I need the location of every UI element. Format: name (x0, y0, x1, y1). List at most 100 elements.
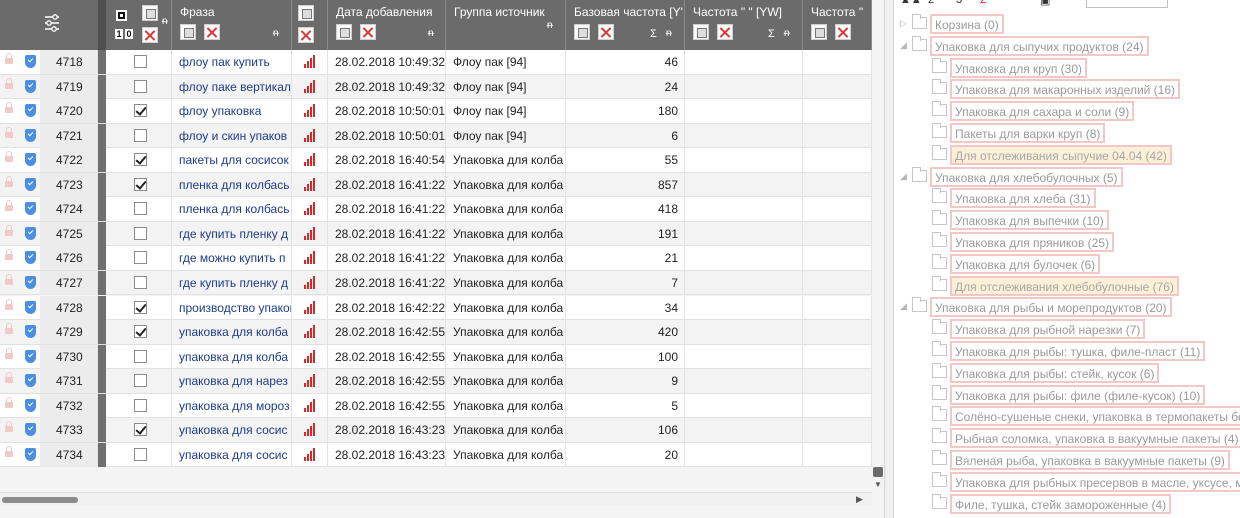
panel-splitter[interactable] (884, 0, 894, 518)
horizontal-scrollbar[interactable]: ▶ (0, 492, 872, 506)
tree-node-label[interactable]: Упаковка для рыбной нарезки (7) (950, 319, 1146, 340)
tree-node-label[interactable]: Упаковка для сыпучих продуктов (24) (930, 35, 1149, 56)
lock-icon[interactable] (5, 298, 13, 312)
row-checkbox[interactable] (134, 374, 147, 388)
frequency-chart-icon[interactable] (304, 177, 317, 191)
lock-icon[interactable] (5, 249, 13, 262)
tree-subgroup-node[interactable]: Упаковка для рыбных пресервов в масле, у… (894, 471, 1240, 492)
tree-node-label[interactable]: Упаковка для круп (30) (950, 57, 1088, 78)
row-lock-cell[interactable] (0, 369, 20, 393)
phrase-clear-filter-icon[interactable] (204, 24, 220, 40)
row-lock-cell[interactable] (0, 394, 20, 418)
frequency-chart-icon[interactable] (304, 325, 317, 339)
freq-yw-clear-filter-icon[interactable] (717, 24, 733, 40)
lock-icon[interactable] (5, 224, 13, 238)
lock-icon[interactable] (5, 53, 13, 66)
table-row[interactable]: 4731 упаковка для нарез 28.02.2018 16:42:5… (0, 369, 872, 394)
row-checkbox[interactable] (134, 275, 147, 289)
table-row[interactable]: 4726 где можно купить п 28.02.2018 16:41:2… (0, 246, 872, 271)
row-checkbox[interactable] (134, 55, 147, 68)
row-lock-cell[interactable] (0, 345, 20, 369)
row-lock-cell[interactable] (0, 296, 20, 320)
row-lock-cell[interactable] (0, 443, 20, 467)
row-phrase[interactable]: упаковка для мороз (172, 393, 292, 418)
toolbar-arrow-icon[interactable]: ▲▲ (900, 0, 922, 6)
phrase-filter-icon[interactable] (180, 24, 196, 40)
tree-subgroup-node[interactable]: Упаковка для булочек (6) (894, 253, 1240, 274)
row-phrase[interactable]: упаковка для колба (172, 344, 292, 369)
tree-node-label[interactable]: Упаковка для рыбы: тушка, филе-пласт (11… (950, 341, 1206, 361)
tree-subgroup-node[interactable]: Филе, тушка, стейк замороженные (4) (894, 493, 1240, 514)
expand-arrow-icon[interactable]: ▷ (900, 18, 907, 29)
frequency-chart-icon[interactable] (304, 447, 317, 461)
tree-node-label[interactable]: Упаковка для хлебобулочных (5) (930, 166, 1123, 187)
date-filter-icon[interactable] (336, 24, 352, 40)
horizontal-scroll-thumb[interactable] (2, 497, 78, 503)
row-checkbox[interactable] (134, 177, 147, 191)
toolbar-view-icon[interactable]: ▣ (1040, 0, 1050, 7)
row-lock-cell[interactable] (0, 75, 20, 99)
freq-icon-filter-icon[interactable] (298, 5, 314, 21)
tree-node-label[interactable]: Упаковка для сахара и соли (9) (950, 101, 1135, 122)
freq-yw-pin-icon[interactable]: ᵰ (784, 28, 790, 39)
check-filter-icon[interactable] (142, 5, 158, 21)
table-row[interactable]: 4724 пленка для колбась 28.02.2018 16:41:2… (0, 197, 872, 222)
row-checkbox[interactable] (134, 447, 147, 461)
row-lock-cell[interactable] (0, 99, 20, 123)
row-phrase[interactable]: упаковка для нарез (172, 369, 292, 394)
tree-group-node[interactable]: ◢ Упаковка для рыбы и морепродуктов (20) (894, 297, 1240, 318)
lock-icon[interactable] (5, 347, 13, 361)
freq-more-clear-filter-icon[interactable] (835, 24, 851, 40)
lock-icon[interactable] (5, 200, 13, 213)
row-phrase[interactable]: где купить пленку д (172, 221, 292, 246)
lock-icon[interactable] (5, 175, 13, 189)
check-pin-icon[interactable]: ᵰ (162, 16, 168, 27)
row-checkbox[interactable] (134, 349, 147, 363)
frequency-chart-icon[interactable] (304, 300, 317, 314)
lock-icon[interactable] (5, 323, 13, 336)
tree-node-label[interactable]: Для отслеживания сыпучие 04.04 (42) (950, 144, 1172, 165)
row-checkbox[interactable] (134, 423, 147, 437)
column-date-header[interactable]: Дата добавления ᵰ (328, 0, 446, 50)
select-all-checkbox[interactable] (116, 10, 127, 21)
tree-subgroup-node[interactable]: Рыбная соломка, упаковка в вакуумные пак… (894, 428, 1240, 449)
tree-group-node[interactable]: ◢ Упаковка для сыпучих продуктов (24) (894, 35, 1240, 56)
row-checkbox[interactable] (134, 251, 147, 265)
frequency-chart-icon[interactable] (304, 374, 317, 388)
row-lock-cell[interactable] (0, 197, 20, 221)
row-phrase[interactable]: где купить пленку д (172, 270, 292, 295)
frequency-chart-icon[interactable] (304, 55, 317, 68)
frequency-chart-icon[interactable] (304, 251, 317, 265)
row-phrase[interactable]: пакеты для сосисок (172, 148, 292, 173)
column-freq-more-header[interactable]: Частота " (803, 0, 872, 50)
tree-group-node[interactable]: ▷ Корзина (0) (894, 14, 1240, 34)
toolbar-level-3[interactable]: 3 (956, 0, 962, 6)
table-row[interactable]: 4733 упаковка для сосис 28.02.2018 16:43:2… (0, 418, 872, 443)
date-clear-filter-icon[interactable] (360, 24, 376, 40)
tree-subgroup-node[interactable]: Вяленая рыба, упаковка в вакуумные пакет… (894, 450, 1240, 470)
check-clear-filter-icon[interactable] (142, 27, 158, 43)
expand-arrow-icon[interactable]: ◢ (900, 301, 907, 312)
base-freq-pin-icon[interactable]: ᵰ (666, 28, 672, 39)
tree-node-label[interactable]: Упаковка для рыбы: филе (филе-кусок) (10… (950, 384, 1206, 405)
tree-subgroup-node[interactable]: Упаковка для сахара и соли (9) (894, 101, 1240, 122)
toolbar-level-2b[interactable]: 2 (980, 0, 986, 6)
table-row[interactable]: 4719 флоу паке вертикал 28.02.2018 10:49:3… (0, 74, 872, 100)
tree-subgroup-node[interactable]: Упаковка для рыбы: стейк, кусок (6) (894, 362, 1240, 383)
table-row[interactable]: 4732 упаковка для мороз 28.02.2018 16:42:5… (0, 393, 872, 419)
tree-subgroup-node[interactable]: Для отслеживания хлебобулочные (76) (894, 275, 1240, 296)
column-freq-yw-header[interactable]: Частота " " [YW] Σ ᵰ (685, 0, 803, 50)
column-group-header[interactable]: Группа источник ᵰ (446, 0, 566, 50)
tree-subgroup-node[interactable]: Упаковка для рыбы: филе (филе-кусок) (10… (894, 384, 1240, 405)
frequency-chart-icon[interactable] (304, 104, 317, 118)
lock-icon[interactable] (5, 372, 13, 385)
freq-more-filter-icon[interactable] (811, 24, 827, 40)
tree-node-label[interactable]: Для отслеживания хлебобулочные (76) (950, 275, 1179, 296)
row-lock-cell[interactable] (0, 246, 20, 270)
row-checkbox[interactable] (134, 79, 147, 93)
base-freq-sum-icon[interactable]: Σ (650, 28, 657, 40)
tree-subgroup-node[interactable]: Упаковка для выпечки (10) (894, 210, 1240, 231)
row-phrase[interactable]: пленка для колбась (172, 197, 292, 222)
row-phrase[interactable]: флоу пак купить (172, 50, 292, 74)
tree-node-label[interactable]: Упаковка для рыбных пресервов в масле, у… (950, 471, 1240, 492)
